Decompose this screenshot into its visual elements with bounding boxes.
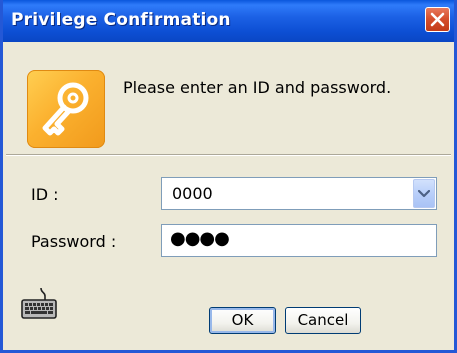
dropdown-button[interactable] <box>413 179 435 208</box>
window-title: Privilege Confirmation <box>11 10 231 30</box>
password-label: Password : <box>31 232 117 251</box>
privilege-confirmation-dialog: Privilege Confirmation Please enter an I… <box>0 0 457 353</box>
password-field[interactable]: ●●●● <box>161 224 437 257</box>
virtual-keyboard-button[interactable] <box>21 284 57 320</box>
divider <box>6 154 451 156</box>
ok-button[interactable]: OK <box>209 307 276 334</box>
close-icon <box>430 12 445 27</box>
password-value: ●●●● <box>170 228 230 249</box>
keyboard-icon <box>21 287 57 319</box>
title-bar[interactable]: Privilege Confirmation <box>3 0 454 42</box>
chevron-down-icon <box>418 190 430 198</box>
key-icon <box>27 70 105 148</box>
instruction-text: Please enter an ID and password. <box>123 78 392 97</box>
close-button[interactable] <box>425 7 450 32</box>
id-value: 0000 <box>172 184 213 203</box>
id-dropdown[interactable]: 0000 <box>161 177 437 210</box>
cancel-button[interactable]: Cancel <box>285 307 361 334</box>
message-area: Please enter an ID and password. <box>3 42 454 154</box>
id-label: ID : <box>31 185 59 204</box>
